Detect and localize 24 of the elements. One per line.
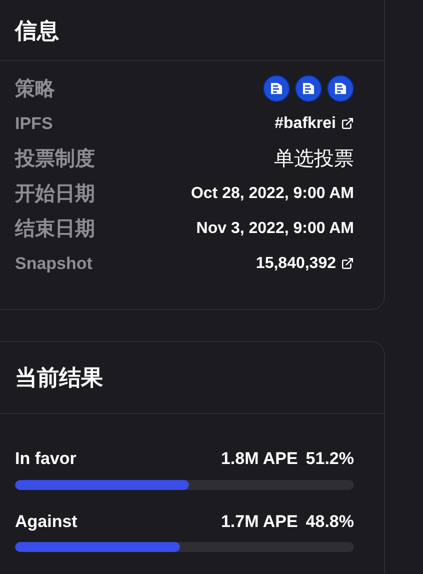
vote-amount: 1.8M APE: [220, 448, 298, 470]
strategy-avatar-icon[interactable]: [295, 75, 322, 102]
link[interactable]: 15,840,392: [256, 252, 354, 276]
info-label: 结束日期: [15, 216, 95, 242]
info-label: Snapshot: [15, 252, 92, 275]
info-value: 单选投票: [274, 146, 354, 172]
choice-label: In favor: [15, 448, 76, 470]
card-title: 信息: [15, 16, 59, 44]
strategy-avatar-icon[interactable]: [263, 75, 290, 102]
info-label: 开始日期: [15, 182, 95, 206]
external-link-icon[interactable]: [341, 257, 354, 270]
choice-label: Against: [15, 510, 78, 533]
link[interactable]: #bafkrei: [274, 112, 354, 136]
vote-amount: 1.7M APE: [220, 510, 298, 532]
info-label: IPFS: [15, 112, 53, 135]
strategy-avatar-icon[interactable]: [327, 75, 354, 102]
info-label: 投票制度: [15, 146, 95, 172]
vote-percent: 48.8%: [306, 510, 354, 532]
info-value: Nov 3, 2022, 9:00 AM: [196, 218, 354, 238]
external-link-icon[interactable]: [341, 117, 354, 130]
info-label: 策略: [15, 76, 55, 102]
card-title: 当前结果: [15, 364, 103, 392]
info-value: Oct 28, 2022, 9:00 AM: [190, 184, 354, 204]
vote-percent: 51.2%: [306, 448, 354, 470]
